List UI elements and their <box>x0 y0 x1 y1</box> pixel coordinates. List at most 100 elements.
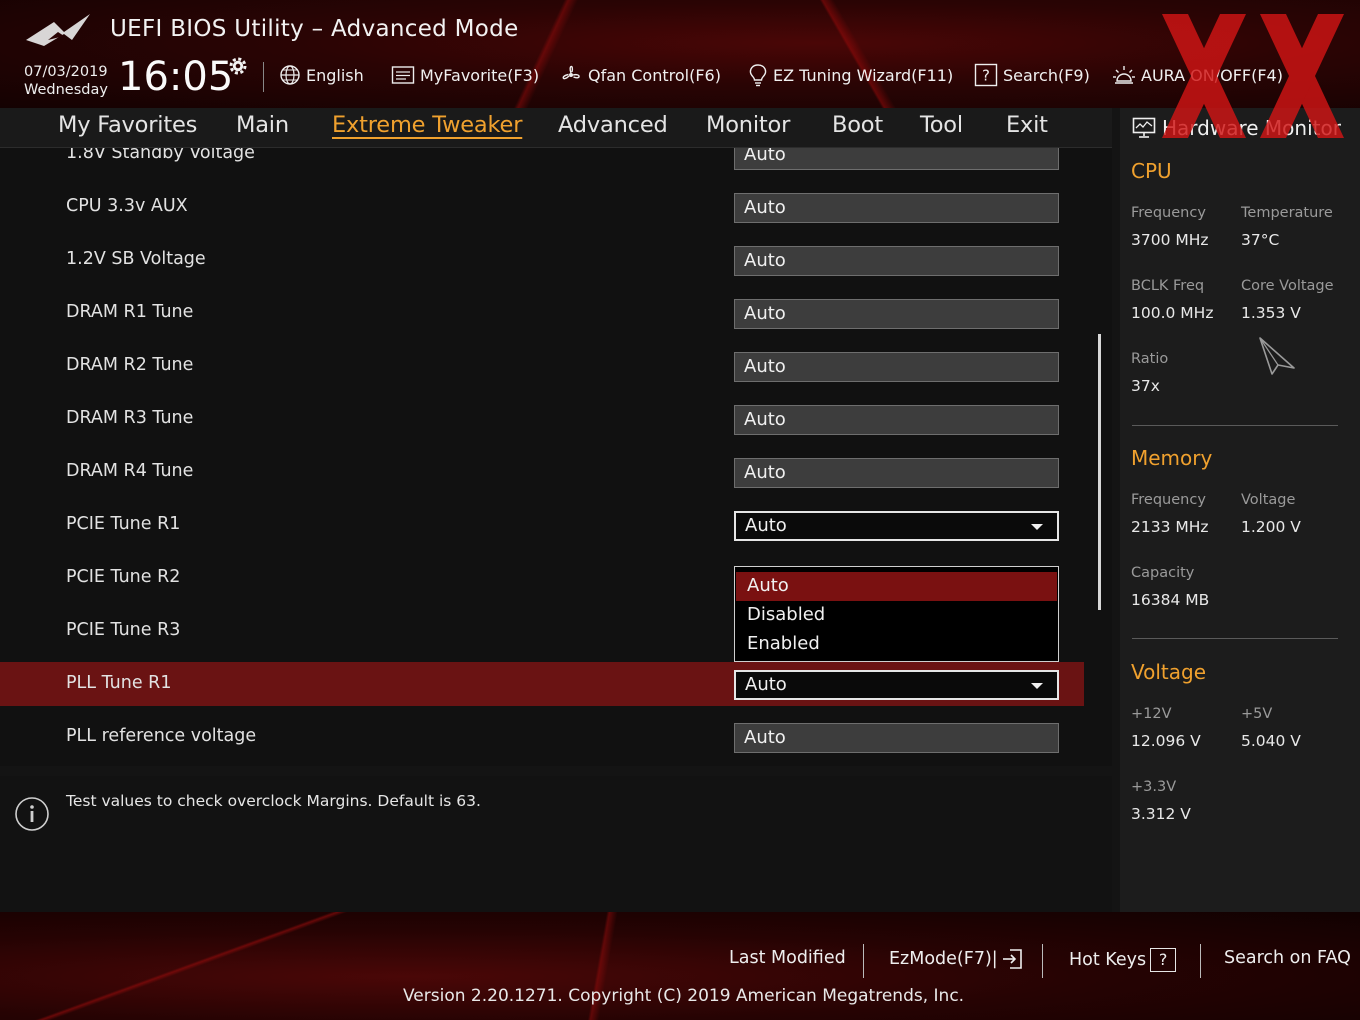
help-panel: Test values to check overclock Margins. … <box>0 776 1112 912</box>
ratio-value: 37x <box>1131 377 1160 395</box>
dropdown-value: Auto <box>745 674 787 695</box>
setting-row-dram-r3-tune[interactable]: DRAM R3 Tune Auto <box>0 397 1084 441</box>
tab-main[interactable]: Main <box>236 112 289 138</box>
core-voltage-value: 1.353 V <box>1241 304 1301 322</box>
myfavorite-button[interactable]: MyFavorite(F3) <box>391 62 539 88</box>
setting-row-pcie-tune-r1[interactable]: PCIE Tune R1 Auto <box>0 503 1084 547</box>
setting-value-field[interactable]: Auto <box>734 193 1059 223</box>
search-faq-button[interactable]: Search on FAQ <box>1224 948 1351 968</box>
tab-extreme-tweaker[interactable]: Extreme Tweaker <box>332 112 522 138</box>
info-icon <box>15 797 49 831</box>
language-label: English <box>306 65 364 85</box>
setting-value-field[interactable]: Auto <box>734 458 1059 488</box>
v5-label: +5V <box>1241 706 1273 722</box>
title-bar: UEFI BIOS Utility – Advanced Mode 07/03/… <box>0 0 1360 108</box>
hot-keys-button[interactable]: Hot Keys ? <box>1069 948 1177 972</box>
setting-dropdown[interactable]: Auto <box>734 670 1059 700</box>
memory-frequency-value: 2133 MHz <box>1131 518 1209 536</box>
weekday-display: Wednesday <box>24 82 108 98</box>
setting-dropdown[interactable]: Auto <box>734 511 1059 541</box>
app-title: UEFI BIOS Utility – Advanced Mode <box>110 16 519 42</box>
setting-label: PLL reference voltage <box>66 726 257 746</box>
setting-row-dram-r1-tune[interactable]: DRAM R1 Tune Auto <box>0 291 1084 335</box>
hot-keys-label: Hot Keys <box>1069 950 1147 970</box>
setting-row-dram-r2-tune[interactable]: DRAM R2 Tune Auto <box>0 344 1084 388</box>
setting-row-pll-reference-voltage[interactable]: PLL reference voltage Auto <box>0 715 1084 759</box>
setting-value-field[interactable]: Auto <box>734 723 1059 753</box>
bclk-freq-value: 100.0 MHz <box>1131 304 1214 322</box>
header-divider <box>263 62 264 92</box>
section-divider <box>1132 425 1338 426</box>
qfan-label: Qfan Control(F6) <box>588 65 721 85</box>
setting-row-pll-tune-r1[interactable]: PLL Tune R1 Auto <box>0 662 1084 706</box>
hardware-monitor-panel: Hardware Monitor CPU Frequency Temperatu… <box>1120 108 1360 912</box>
chevron-down-icon <box>1031 683 1043 689</box>
setting-row-1-8v-standby-voltage[interactable]: 1.8V Standby Voltage Auto <box>0 148 1084 176</box>
setting-value-field[interactable]: Auto <box>734 246 1059 276</box>
footer-divider <box>863 944 864 978</box>
setting-value-field[interactable]: Auto <box>734 405 1059 435</box>
help-box-icon: ? <box>974 63 998 87</box>
setting-label: PCIE Tune R1 <box>66 514 181 534</box>
tab-advanced[interactable]: Advanced <box>558 112 668 138</box>
settings-list: 1.8V Standby Voltage Auto CPU 3.3v AUX A… <box>0 148 1112 766</box>
setting-label: DRAM R3 Tune <box>66 408 194 428</box>
tab-monitor[interactable]: Monitor <box>706 112 790 138</box>
memory-capacity-value: 16384 MB <box>1131 591 1210 609</box>
setting-label: PCIE Tune R2 <box>66 567 181 587</box>
dropdown-option-enabled[interactable]: Enabled <box>736 630 1057 659</box>
setting-value-field[interactable]: Auto <box>734 148 1059 170</box>
tab-exit[interactable]: Exit <box>1006 112 1048 138</box>
bclk-freq-label: BCLK Freq <box>1131 278 1205 294</box>
setting-row-dram-r4-tune[interactable]: DRAM R4 Tune Auto <box>0 450 1084 494</box>
setting-row-cpu-3-3v-aux[interactable]: CPU 3.3v AUX Auto <box>0 185 1084 229</box>
setting-label: DRAM R1 Tune <box>66 302 194 322</box>
setting-label: DRAM R2 Tune <box>66 355 194 375</box>
footer-divider <box>1200 944 1201 978</box>
aura-icon <box>1113 66 1135 84</box>
dropdown-options-list: Auto Disabled Enabled <box>734 566 1059 662</box>
ez-tuning-wizard-button[interactable]: EZ Tuning Wizard(F11) <box>748 62 953 88</box>
lightbulb-icon <box>749 64 767 87</box>
rog-logo-icon <box>26 14 90 46</box>
cpu-section-title: CPU <box>1131 159 1172 183</box>
main-tab-bar: My Favorites Main Extreme Tweaker Advanc… <box>0 108 1112 148</box>
core-voltage-label: Core Voltage <box>1241 278 1334 294</box>
dropdown-option-disabled[interactable]: Disabled <box>736 601 1057 630</box>
ezmode-label: EzMode(F7)| <box>889 949 998 969</box>
setting-value-field[interactable]: Auto <box>734 352 1059 382</box>
settings-scrollbar[interactable] <box>1098 334 1101 610</box>
memory-frequency-label: Frequency <box>1131 492 1206 508</box>
last-modified-button[interactable]: Last Modified <box>729 948 846 968</box>
section-divider <box>1132 638 1338 639</box>
cpu-temperature-label: Temperature <box>1241 205 1333 221</box>
tab-tool[interactable]: Tool <box>920 112 963 138</box>
favorite-list-icon <box>391 66 415 84</box>
language-button[interactable]: English <box>279 62 364 88</box>
footer-divider <box>1042 944 1043 978</box>
v5-value: 5.040 V <box>1241 732 1301 750</box>
svg-text:?: ? <box>982 67 990 85</box>
tab-my-favorites[interactable]: My Favorites <box>58 112 197 138</box>
search-label: Search(F9) <box>1003 65 1090 85</box>
ezmode-button[interactable]: EzMode(F7)| <box>889 948 1024 970</box>
v12-value: 12.096 V <box>1131 732 1201 750</box>
dropdown-value: Auto <box>745 515 787 536</box>
fan-icon <box>562 65 580 80</box>
setting-value-field[interactable]: Auto <box>734 299 1059 329</box>
tab-boot[interactable]: Boot <box>832 112 883 138</box>
gear-icon[interactable] <box>226 54 250 78</box>
setting-row-1-2v-sb-voltage[interactable]: 1.2V SB Voltage Auto <box>0 238 1084 282</box>
memory-voltage-value: 1.200 V <box>1241 518 1301 536</box>
cpu-temperature-value: 37°C <box>1241 231 1280 249</box>
setting-label: 1.2V SB Voltage <box>66 249 206 269</box>
dropdown-option-auto[interactable]: Auto <box>736 572 1057 601</box>
footer-bar: Last Modified EzMode(F7)| Hot Keys ? Sea… <box>0 912 1360 1020</box>
setting-label: PCIE Tune R3 <box>66 620 181 640</box>
v12-label: +12V <box>1131 706 1172 722</box>
help-key-icon: ? <box>1150 948 1177 972</box>
aura-label: AURA ON/OFF(F4) <box>1141 65 1283 85</box>
qfan-control-button[interactable]: Qfan Control(F6) <box>559 62 721 88</box>
aura-toggle-button[interactable]: AURA ON/OFF(F4) <box>1112 62 1283 88</box>
search-button[interactable]: ? Search(F9) <box>974 62 1090 88</box>
